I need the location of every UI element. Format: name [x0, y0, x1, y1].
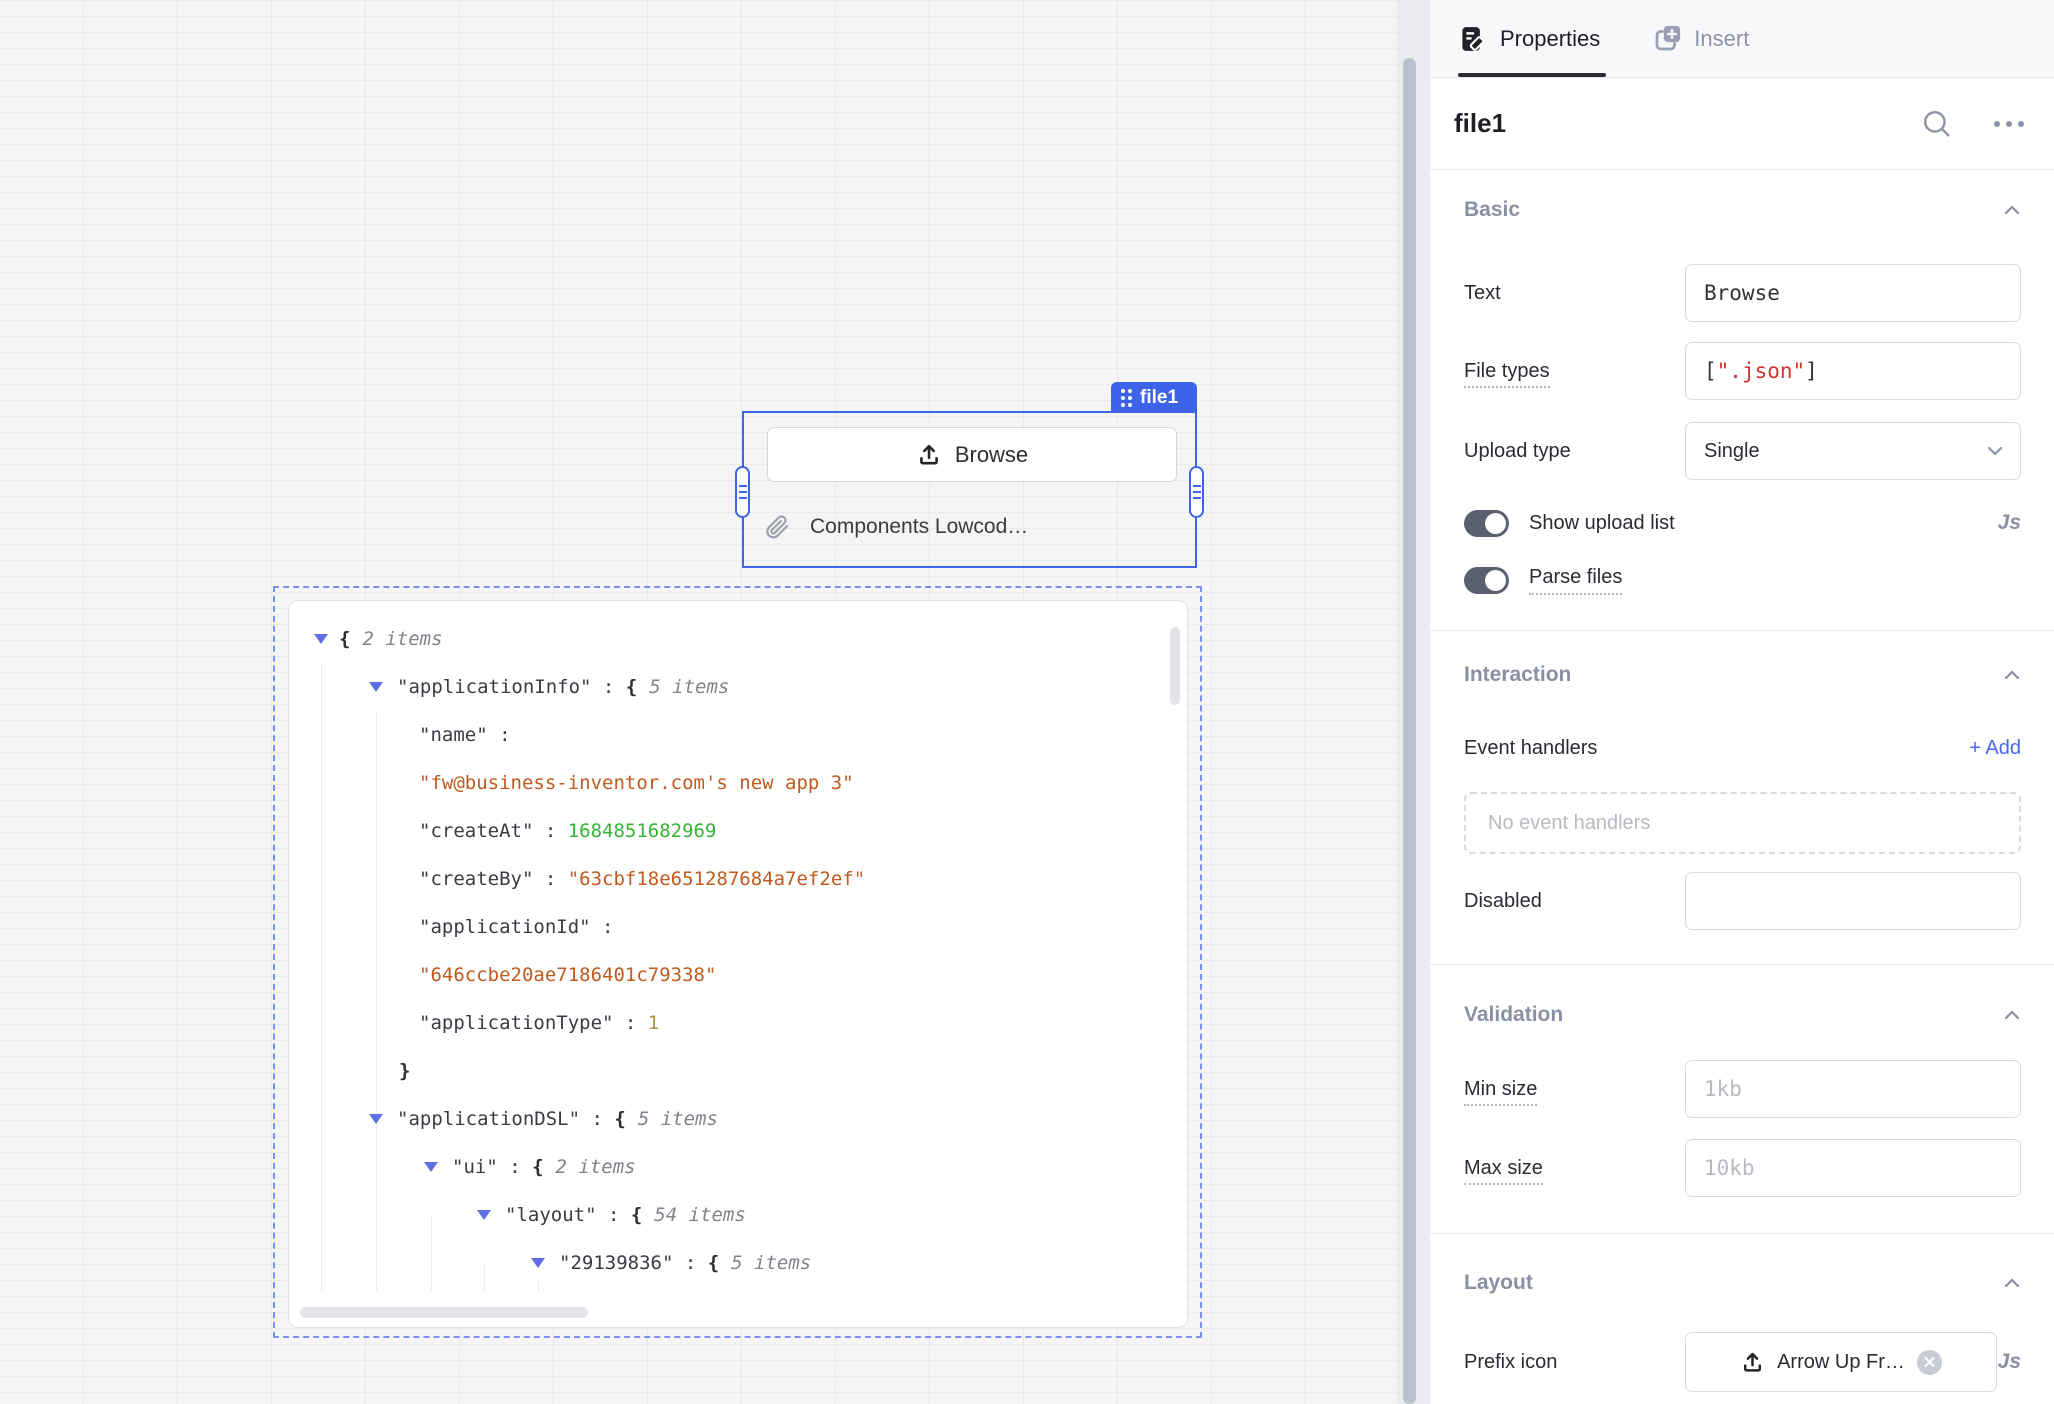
json-viewer-card: {2 items"applicationInfo" : {5 items"nam…	[288, 600, 1188, 1328]
json-line: "layout" : {54 items	[289, 1191, 1187, 1239]
widget-name-label: file1	[1140, 387, 1178, 409]
component-title: file1	[1454, 108, 1920, 139]
parse-files-toggle[interactable]	[1464, 567, 1509, 594]
json-line: {2 items	[289, 615, 1187, 663]
section-validation-title: Validation	[1464, 1003, 1563, 1027]
json-line: "646ccbe20ae7186401c79338"	[289, 951, 1187, 999]
upload-icon	[1740, 1350, 1765, 1375]
json-line: "name" :	[289, 711, 1187, 759]
json-line: "applicationDSL" : {5 items	[289, 1095, 1187, 1143]
insert-icon	[1652, 24, 1682, 54]
text-label: Text	[1464, 282, 1685, 305]
section-divider	[1430, 1233, 2054, 1234]
json-line: "applicationId" :	[289, 903, 1187, 951]
disabled-label: Disabled	[1464, 890, 1685, 913]
section-divider	[1430, 630, 2054, 631]
chevron-up-icon[interactable]	[2003, 1008, 2021, 1022]
section-validation-header[interactable]: Validation	[1464, 1003, 2021, 1027]
collapse-arrow-icon[interactable]	[369, 682, 383, 692]
more-options-icon[interactable]	[1994, 121, 2024, 127]
section-interaction-header[interactable]: Interaction	[1464, 663, 2021, 687]
json-line: "createBy" : "63cbf18e651287684a7ef2ef"	[289, 855, 1187, 903]
collapse-arrow-icon[interactable]	[314, 634, 328, 644]
canvas-scrollbar-track	[1397, 0, 1430, 1404]
show-upload-list-label: Show upload list	[1529, 512, 1675, 535]
chevron-up-icon[interactable]	[2003, 668, 2021, 682]
json-line: "fw@business-inventor.com's new app 3"	[289, 759, 1187, 807]
section-layout-header[interactable]: Layout	[1464, 1271, 2021, 1295]
add-event-handler-button[interactable]: + Add	[1969, 737, 2021, 760]
collapse-arrow-icon[interactable]	[424, 1162, 438, 1172]
panel-tabbar: Properties Insert	[1430, 0, 2054, 78]
json-line: "createAt" : 1684851682969	[289, 807, 1187, 855]
file-upload-widget[interactable]: file1 Browse Components Lowcod…	[742, 411, 1197, 568]
no-event-handlers-box: No event handlers	[1464, 792, 2021, 854]
browse-button-label: Browse	[955, 442, 1028, 468]
prefix-icon-value: Arrow Up Fr…	[1777, 1351, 1905, 1374]
section-basic-title: Basic	[1464, 198, 1520, 222]
upload-icon	[916, 442, 942, 468]
uploaded-file-name: Components Lowcod…	[810, 515, 1028, 539]
section-basic-header[interactable]: Basic	[1464, 198, 2021, 222]
min-size-input[interactable]: 1kb	[1685, 1060, 2021, 1118]
text-input[interactable]: Browse	[1685, 264, 2021, 322]
tab-insert-label: Insert	[1694, 26, 1749, 52]
widget-name-tag[interactable]: file1	[1111, 382, 1197, 413]
json-line: "29139836" : {5 items	[289, 1239, 1187, 1287]
panel-header: file1	[1430, 78, 2054, 170]
json-line: "applicationType" : 1	[289, 999, 1187, 1047]
show-upload-list-toggle[interactable]	[1464, 510, 1509, 537]
tab-insert[interactable]: Insert	[1652, 24, 1749, 54]
file-types-input[interactable]: [".json"]	[1685, 342, 2021, 400]
json-line: "ui" : {2 items	[289, 1143, 1187, 1191]
upload-type-select[interactable]: Single	[1685, 422, 2021, 480]
json-horizontal-scrollbar[interactable]	[300, 1307, 588, 1318]
json-line: }	[289, 1047, 1187, 1095]
paperclip-icon	[764, 514, 790, 540]
chevron-up-icon[interactable]	[2003, 203, 2021, 217]
max-size-label: Max size	[1464, 1157, 1685, 1180]
file-types-label: File types	[1464, 360, 1685, 383]
tab-properties-label: Properties	[1500, 26, 1600, 52]
tab-properties[interactable]: Properties	[1458, 24, 1600, 54]
chevron-up-icon[interactable]	[2003, 1276, 2021, 1290]
prefix-icon-label: Prefix icon	[1464, 1351, 1685, 1374]
section-layout-title: Layout	[1464, 1271, 1533, 1295]
properties-panel: Properties Insert file1	[1430, 0, 2054, 1404]
canvas-scrollbar-thumb[interactable]	[1403, 58, 1416, 1404]
disabled-input[interactable]	[1685, 872, 2021, 930]
properties-icon	[1458, 24, 1488, 54]
max-size-input[interactable]: 10kb	[1685, 1139, 2021, 1197]
collapse-arrow-icon[interactable]	[531, 1258, 545, 1268]
parse-files-label: Parse files	[1529, 566, 1622, 595]
js-code-icon[interactable]: Js	[1998, 511, 2021, 535]
browse-button[interactable]: Browse	[767, 427, 1177, 482]
json-tree: {2 items"applicationInfo" : {5 items"nam…	[289, 615, 1187, 1287]
prefix-icon-button[interactable]: Arrow Up Fr…	[1685, 1332, 1997, 1392]
section-interaction-title: Interaction	[1464, 663, 1571, 687]
uploaded-file-item[interactable]: Components Lowcod…	[764, 514, 1028, 540]
min-size-label: Min size	[1464, 1078, 1685, 1101]
active-tab-underline	[1458, 73, 1606, 77]
search-icon[interactable]	[1920, 107, 1954, 141]
drag-handle-icon[interactable]	[1121, 389, 1132, 407]
upload-type-label: Upload type	[1464, 440, 1685, 463]
clear-icon[interactable]	[1917, 1350, 1942, 1375]
json-viewer-widget[interactable]: {2 items"applicationInfo" : {5 items"nam…	[273, 586, 1202, 1338]
collapse-arrow-icon[interactable]	[477, 1210, 491, 1220]
resize-handle-right[interactable]	[1189, 466, 1204, 518]
collapse-arrow-icon[interactable]	[369, 1114, 383, 1124]
js-code-icon[interactable]: Js	[1998, 1350, 2021, 1374]
json-line: "applicationInfo" : {5 items	[289, 663, 1187, 711]
json-vertical-scrollbar[interactable]	[1170, 627, 1180, 705]
app-window: file1 Browse Components Lowcod…	[0, 0, 2054, 1404]
resize-handle-left[interactable]	[735, 466, 750, 518]
chevron-down-icon	[1986, 444, 2004, 458]
event-handlers-label: Event handlers	[1464, 737, 1597, 760]
section-divider	[1430, 964, 2054, 965]
editor-canvas[interactable]: file1 Browse Components Lowcod…	[0, 0, 1397, 1404]
